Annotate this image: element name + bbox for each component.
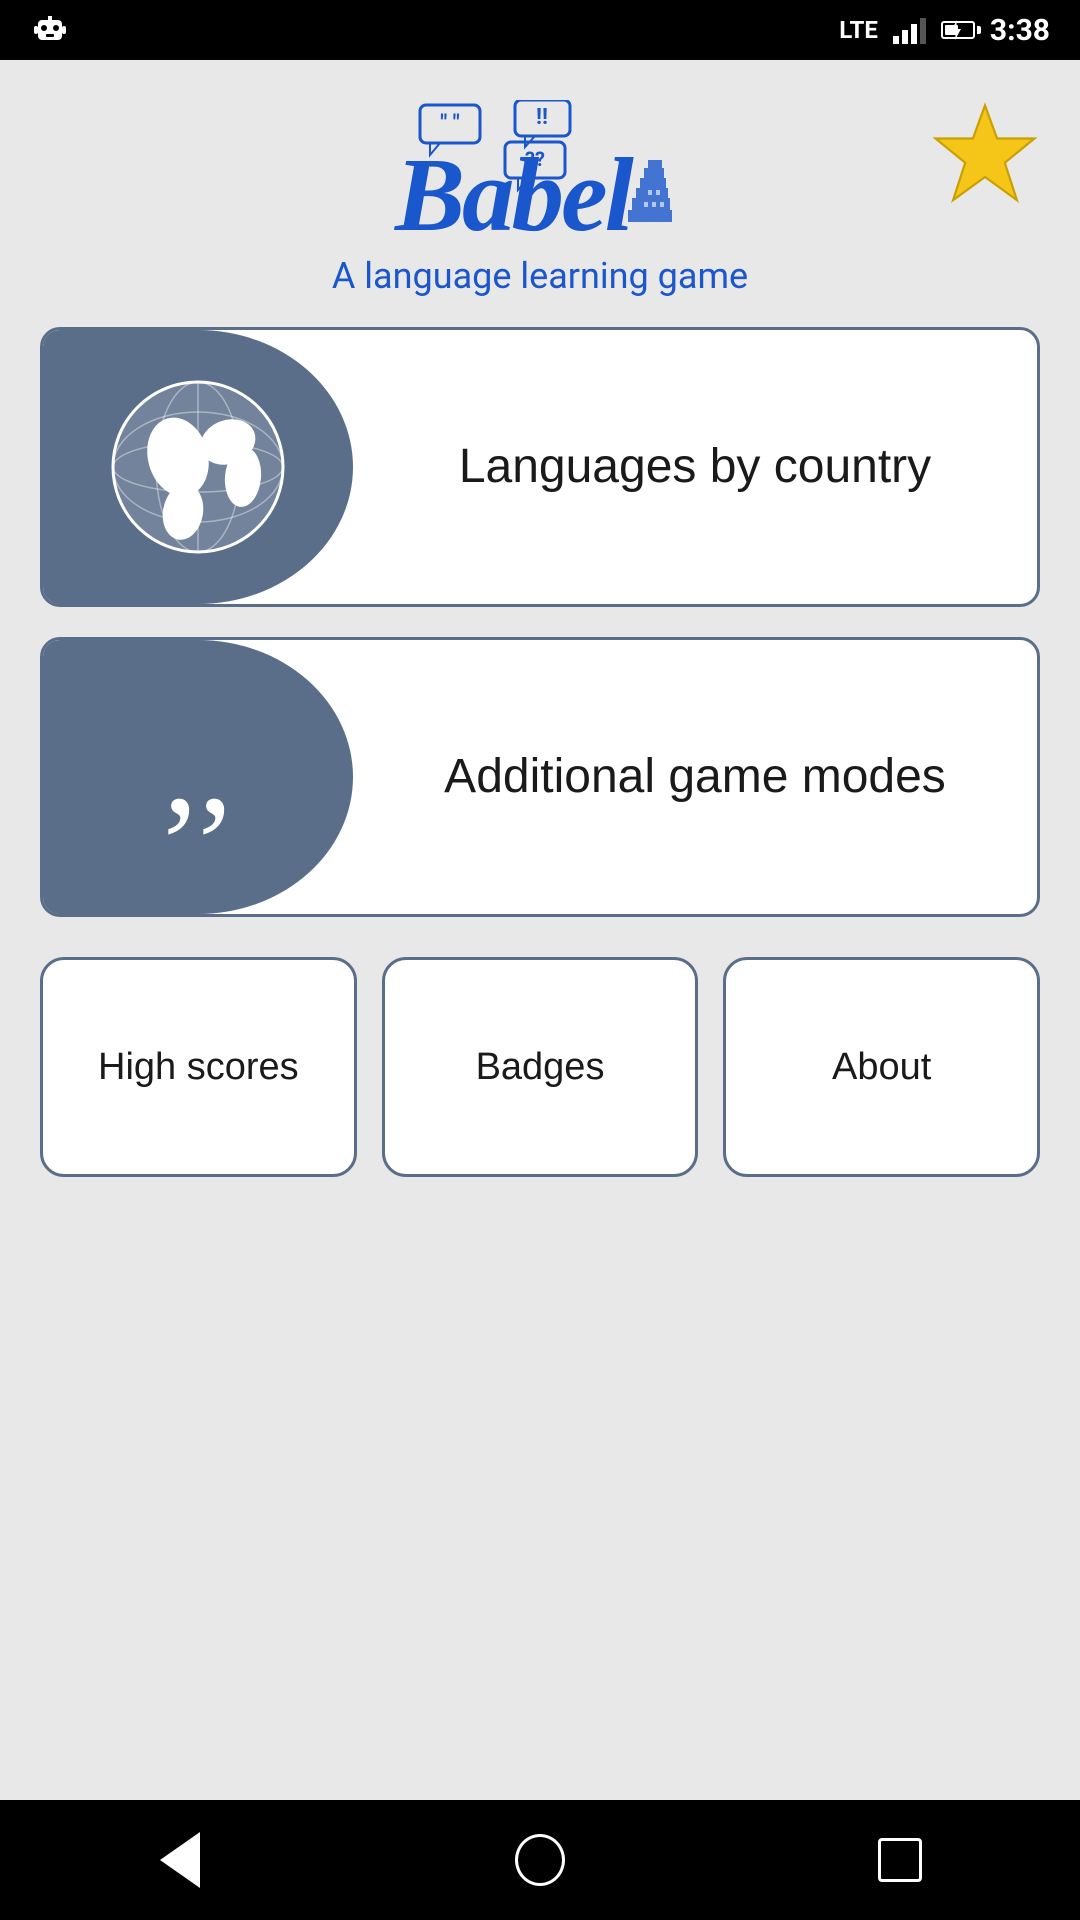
back-button[interactable] <box>155 1835 205 1885</box>
additional-game-modes-label: Additional game modes <box>444 746 946 808</box>
back-arrow-icon <box>160 1832 200 1888</box>
about-button[interactable]: About <box>723 957 1040 1177</box>
header: " " !! ?? Babel <box>40 100 1040 297</box>
quotes-icon: ,, <box>163 697 233 837</box>
about-label: About <box>832 1046 931 1089</box>
home-button[interactable] <box>515 1835 565 1885</box>
badges-button[interactable]: Badges <box>382 957 699 1177</box>
status-bar-left <box>30 10 70 50</box>
lte-indicator: LTE <box>839 16 878 44</box>
svg-text:Babel: Babel <box>394 136 635 245</box>
signal-icon <box>893 16 926 44</box>
languages-by-country-label: Languages by country <box>459 436 931 498</box>
svg-text:!!: !! <box>536 105 548 130</box>
home-circle-icon <box>515 1834 565 1886</box>
main-content: " " !! ?? Babel <box>0 60 1080 1800</box>
additional-game-modes-text: Additional game modes <box>353 640 1037 914</box>
app-subtitle: A language learning game <box>332 255 748 297</box>
status-bar: LTE 3:38 <box>0 0 1080 60</box>
svg-text:" ": " " <box>440 111 459 136</box>
quotes-icon-area: ,, <box>43 640 353 914</box>
status-bar-right: LTE 3:38 <box>839 13 1050 48</box>
star-icon <box>930 100 1040 210</box>
app-logo: " " !! ?? Babel <box>370 100 710 245</box>
high-scores-button[interactable]: High scores <box>40 957 357 1177</box>
globe-icon <box>98 367 298 567</box>
high-scores-label: High scores <box>98 1046 299 1089</box>
recents-button[interactable] <box>875 1835 925 1885</box>
navigation-bar <box>0 1800 1080 1920</box>
star-button[interactable] <box>930 100 1040 213</box>
badges-label: Badges <box>476 1046 605 1089</box>
logo-container: " " !! ?? Babel <box>332 100 748 297</box>
additional-game-modes-button[interactable]: ,, Additional game modes <box>40 637 1040 917</box>
charging-icon <box>949 20 963 40</box>
languages-by-country-button[interactable]: Languages by country <box>40 327 1040 607</box>
bottom-buttons: High scores Badges About <box>40 957 1040 1177</box>
clock: 3:38 <box>990 13 1050 48</box>
languages-by-country-text: Languages by country <box>353 330 1037 604</box>
robot-icon <box>30 10 70 50</box>
battery-indicator <box>941 21 975 39</box>
globe-icon-area <box>43 330 353 604</box>
recents-square-icon <box>878 1838 922 1882</box>
game-buttons: Languages by country ,, Additional game … <box>40 327 1040 917</box>
